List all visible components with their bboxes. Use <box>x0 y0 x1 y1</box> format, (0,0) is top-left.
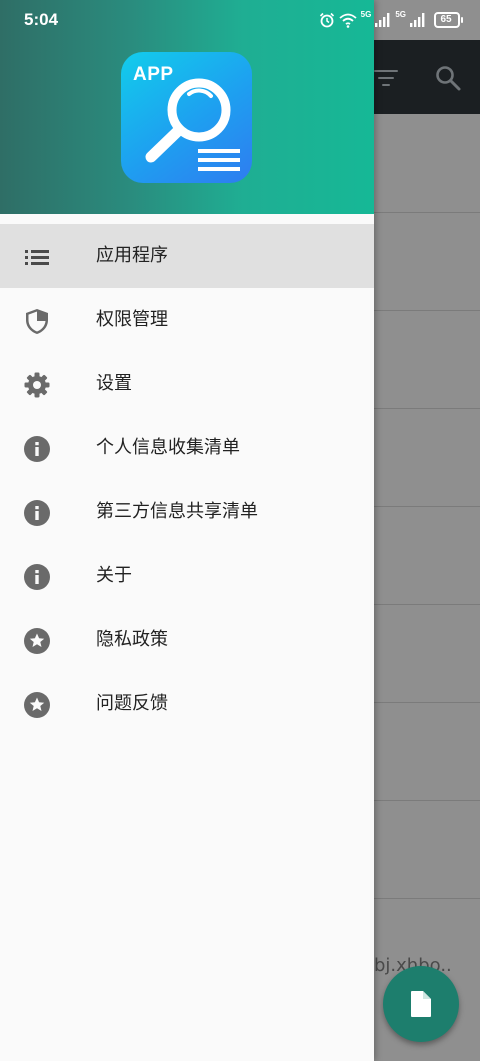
status-bar: 5:04 5G 5G 65 <box>0 0 480 40</box>
signal-icon <box>375 13 390 27</box>
battery-icon: 65 <box>434 12 463 28</box>
menu-item-label: 应用程序 <box>96 245 168 266</box>
star-icon <box>24 628 50 654</box>
fab-button[interactable] <box>383 966 459 1042</box>
navigation-drawer: APP 应用程序 权限管理 设置 个人信息收集清单 第三方信息共享清单 关于 隐… <box>0 0 374 1061</box>
signal2-label: 5G <box>395 10 406 19</box>
menu-item-label: 问题反馈 <box>96 693 168 714</box>
battery-level: 65 <box>440 14 452 25</box>
status-time: 5:04 <box>24 10 59 29</box>
menu-item-settings[interactable]: 设置 <box>0 352 374 416</box>
info-icon <box>24 564 50 590</box>
list-icon <box>25 250 49 265</box>
list-divider <box>374 702 480 703</box>
menu-item-personal-info-list[interactable]: 个人信息收集清单 <box>0 416 374 480</box>
list-divider <box>374 506 480 507</box>
menu-item-label: 个人信息收集清单 <box>96 437 240 458</box>
search-icon[interactable] <box>434 64 462 92</box>
alarm-icon <box>319 12 334 28</box>
menu-item-privacy-policy[interactable]: 隐私政策 <box>0 608 374 672</box>
gear-icon <box>24 372 50 398</box>
magnifier-icon <box>145 78 240 171</box>
menu-item-label: 隐私政策 <box>96 629 168 650</box>
filter-icon[interactable] <box>372 64 400 92</box>
shield-icon <box>26 309 48 334</box>
signal-icon <box>410 13 425 27</box>
list-divider <box>374 604 480 605</box>
menu-item-apps[interactable]: 应用程序 <box>0 224 374 288</box>
list-divider <box>374 212 480 213</box>
list-divider <box>374 310 480 311</box>
menu-item-label: 权限管理 <box>96 309 168 330</box>
menu-item-permissions[interactable]: 权限管理 <box>0 288 374 352</box>
list-divider <box>374 408 480 409</box>
status-icons: 5G 5G 65 <box>319 10 463 30</box>
info-icon <box>24 500 50 526</box>
menu-item-label: 设置 <box>96 373 132 394</box>
star-icon <box>24 692 50 718</box>
wifi-icon <box>339 13 357 28</box>
signal1-label: 5G <box>360 10 372 19</box>
list-divider <box>374 800 480 801</box>
list-divider <box>374 898 480 899</box>
drawer-menu: 应用程序 权限管理 设置 个人信息收集清单 第三方信息共享清单 关于 隐私政策 … <box>0 224 374 736</box>
app-logo: APP <box>121 52 252 183</box>
file-icon <box>411 991 431 1017</box>
menu-item-about[interactable]: 关于 <box>0 544 374 608</box>
info-icon <box>24 436 50 462</box>
menu-item-third-party-sharing[interactable]: 第三方信息共享清单 <box>0 480 374 544</box>
menu-item-feedback[interactable]: 问题反馈 <box>0 672 374 736</box>
menu-item-label: 第三方信息共享清单 <box>96 501 258 522</box>
menu-item-label: 关于 <box>96 565 132 586</box>
